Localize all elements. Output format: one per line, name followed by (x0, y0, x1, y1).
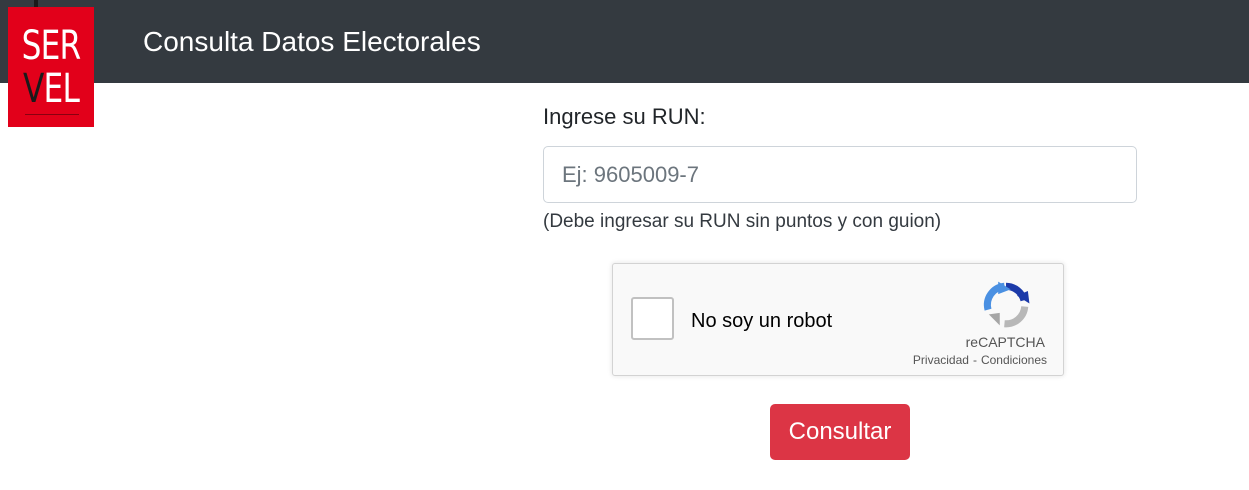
privacy-link[interactable]: Privacidad (913, 353, 969, 367)
recaptcha-checkbox[interactable] (631, 297, 674, 340)
recaptcha-label: No soy un robot (691, 310, 833, 332)
logo-text-bottom: VEL (22, 66, 80, 112)
page-title: Consulta Datos Electorales (143, 26, 481, 57)
run-label: Ingrese su RUN: (543, 104, 706, 129)
run-help-text: (Debe ingresar su RUN sin puntos y con g… (543, 211, 942, 232)
recaptcha-icon (983, 281, 1030, 328)
recaptcha-widget: No soy un robot reCAPTCHA Privacidad - Con… (612, 263, 1064, 376)
link-separator: - (972, 353, 977, 367)
recaptcha-links: Privacidad - Condiciones (913, 353, 1047, 367)
run-input[interactable] (543, 146, 1137, 203)
terms-link[interactable]: Condiciones (981, 353, 1047, 367)
servel-logo[interactable]: SER VEL (8, 0, 94, 127)
consultar-button[interactable]: Consultar (770, 404, 910, 460)
recaptcha-brand: reCAPTCHA (965, 334, 1045, 350)
logo-text-top: SER (21, 23, 82, 69)
top-navbar: Consulta Datos Electorales (0, 0, 1249, 83)
